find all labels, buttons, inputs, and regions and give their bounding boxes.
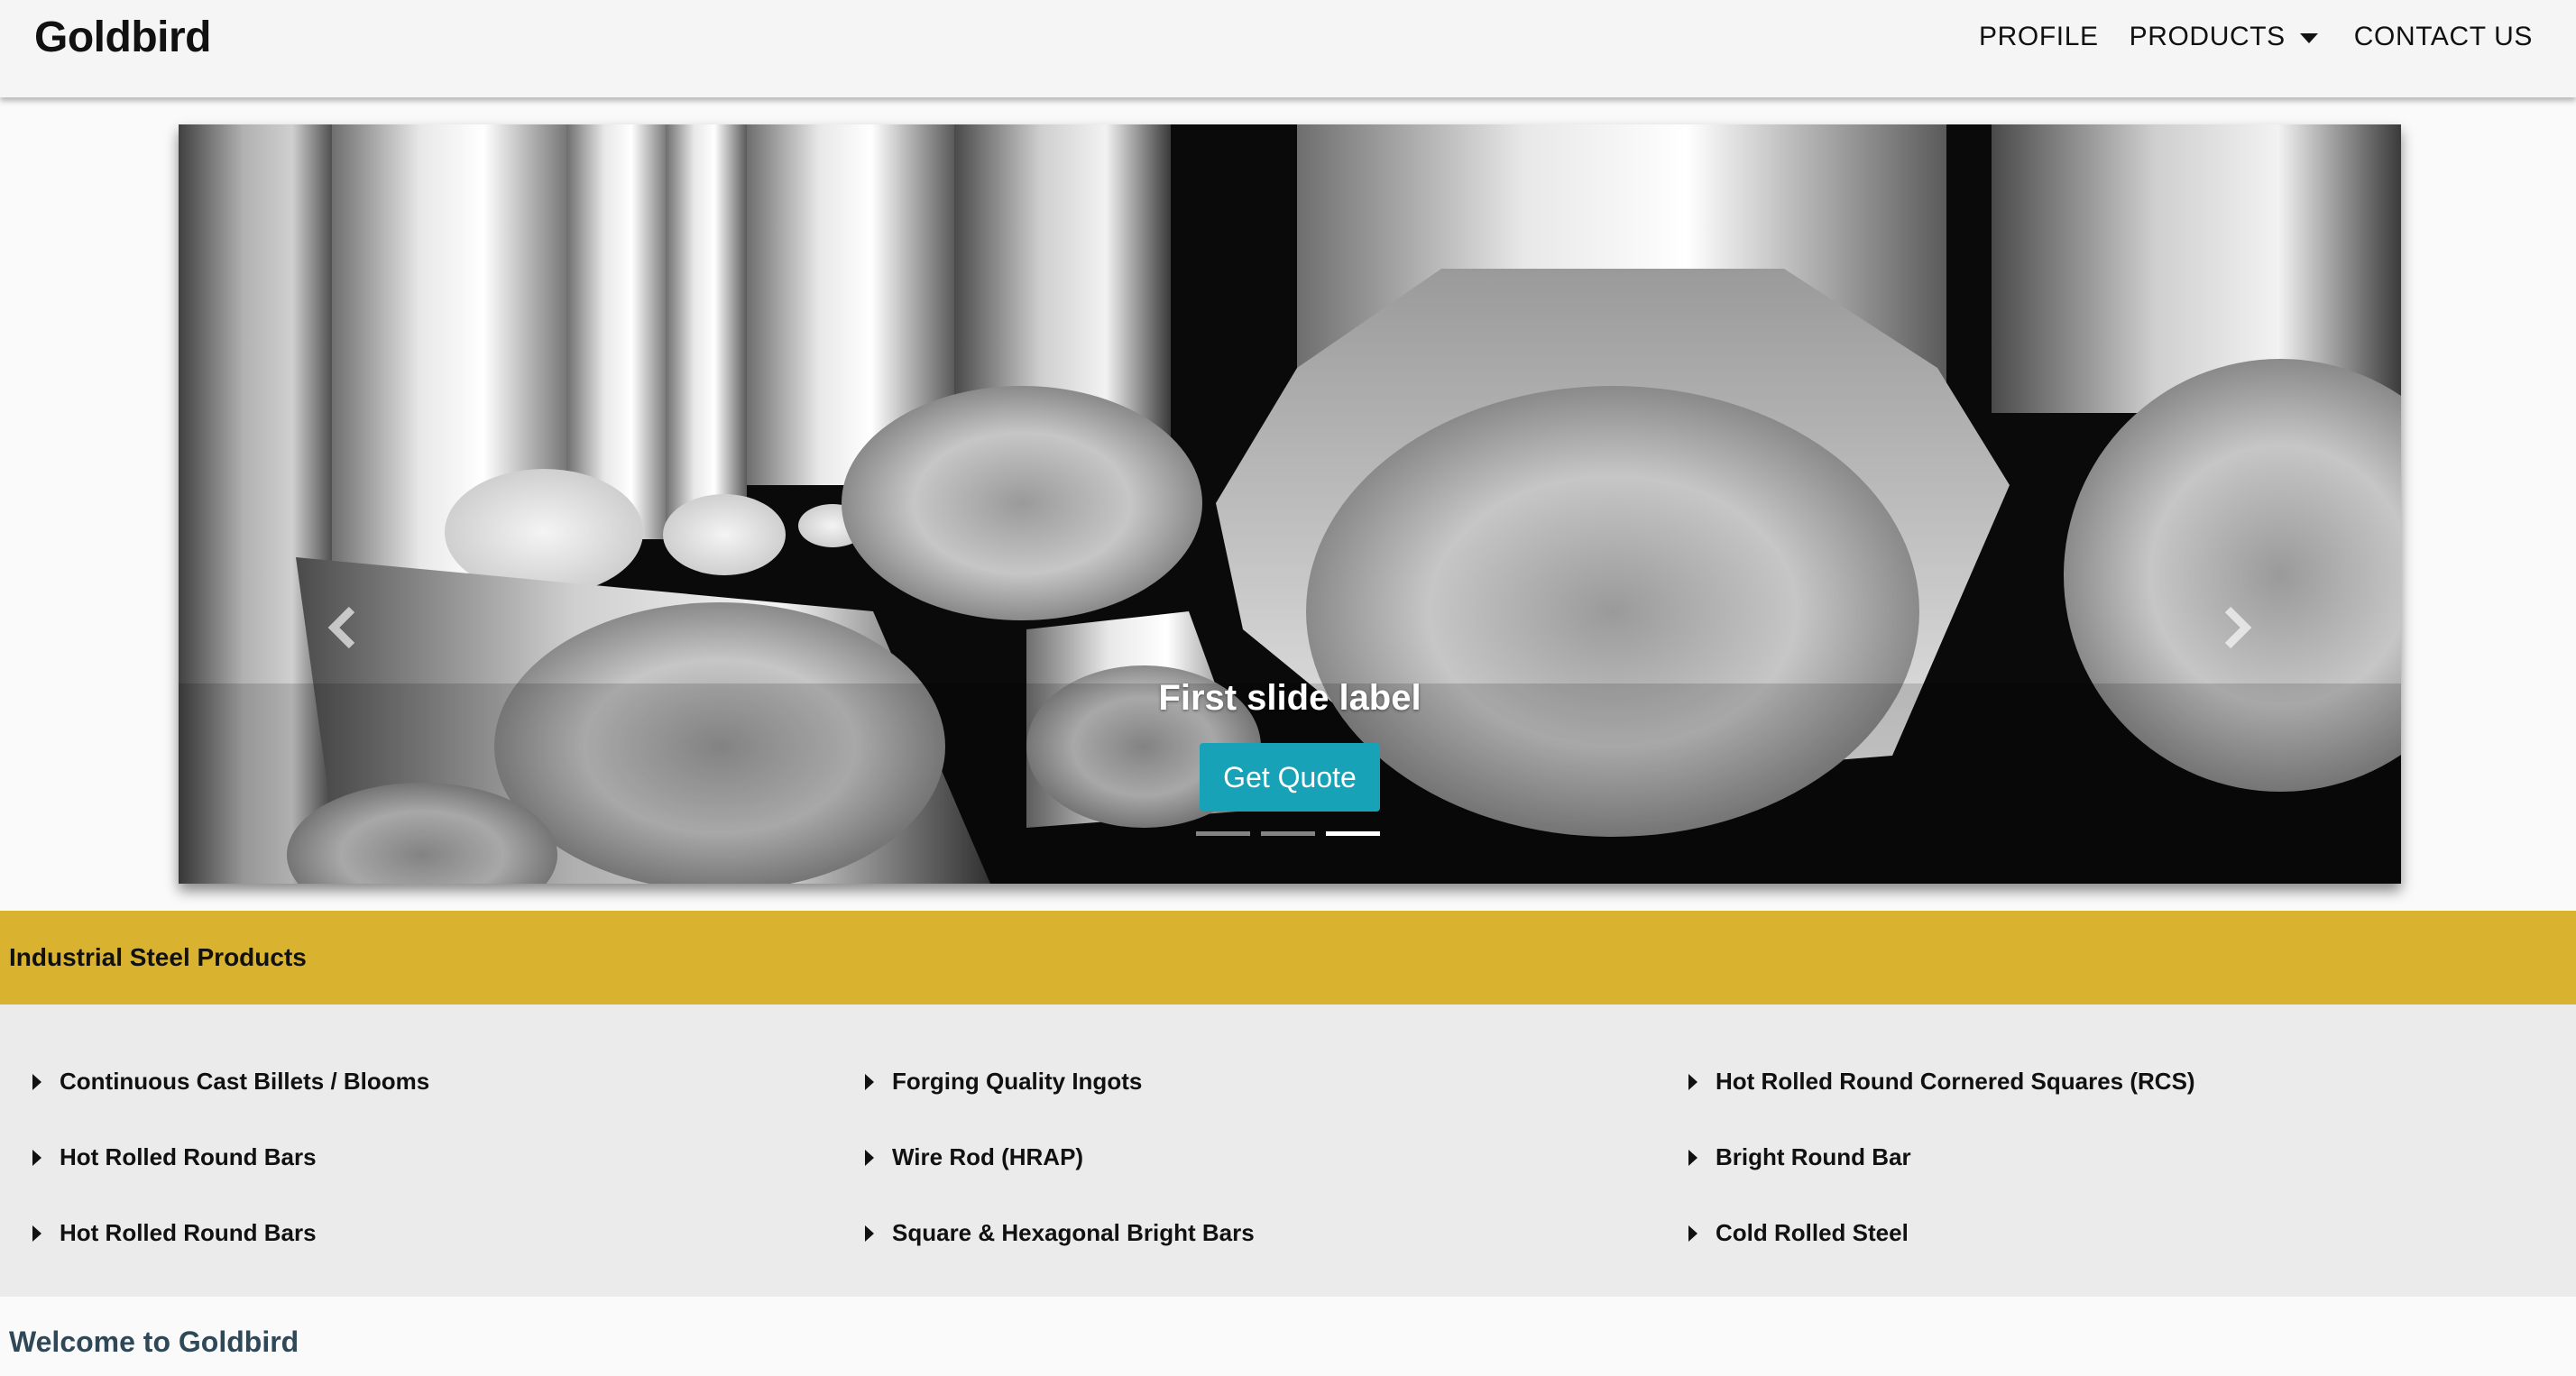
nav-link-products[interactable]: PRODUCTS xyxy=(2130,22,2318,52)
welcome-heading: Welcome to Goldbird xyxy=(9,1326,299,1358)
product-label: Hot Rolled Round Bars xyxy=(60,1143,317,1170)
product-label: Wire Rod (HRAP) xyxy=(892,1143,1084,1170)
slide-caption: First slide label xyxy=(1158,678,1421,718)
product-link[interactable]: Cold Rolled Steel xyxy=(1688,1219,1909,1247)
caret-right-icon xyxy=(865,1149,874,1166)
caret-right-icon xyxy=(1688,1225,1697,1242)
caret-right-icon xyxy=(32,1073,41,1090)
product-link[interactable]: Hot Rolled Round Cornered Squares (RCS) xyxy=(1688,1068,2195,1096)
caret-down-icon xyxy=(2299,33,2318,43)
caret-right-icon xyxy=(1688,1073,1697,1090)
get-quote-button[interactable]: Get Quote xyxy=(1200,743,1380,812)
product-link[interactable]: Square & Hexagonal Bright Bars xyxy=(865,1219,1255,1247)
product-label: Forging Quality Ingots xyxy=(892,1068,1143,1095)
section-header-bar: Industrial Steel Products xyxy=(0,911,2576,1004)
brand-logo[interactable]: Goldbird xyxy=(34,13,211,62)
product-link[interactable]: Hot Rolled Round Bars xyxy=(32,1143,317,1171)
caret-right-icon xyxy=(32,1225,41,1242)
nav-link-profile[interactable]: PROFILE xyxy=(1979,22,2099,52)
carousel-indicator-1[interactable] xyxy=(1196,831,1250,836)
caret-right-icon xyxy=(1688,1149,1697,1166)
chevron-left-icon[interactable] xyxy=(323,602,363,653)
caret-right-icon xyxy=(32,1149,41,1166)
navbar: Goldbird PROFILE PRODUCTS CONTACT US xyxy=(0,0,2576,97)
nav-links: PROFILE PRODUCTS CONTACT US xyxy=(1979,22,2533,52)
product-link[interactable]: Continuous Cast Billets / Blooms xyxy=(32,1068,429,1096)
carousel-indicators xyxy=(1196,831,1380,836)
carousel-indicator-2[interactable] xyxy=(1261,831,1315,836)
product-link[interactable]: Bright Round Bar xyxy=(1688,1143,1911,1171)
product-label: Hot Rolled Round Cornered Squares (RCS) xyxy=(1716,1068,2195,1095)
product-label: Hot Rolled Round Bars xyxy=(60,1219,317,1246)
section-title: Industrial Steel Products xyxy=(9,943,307,971)
carousel-indicator-3[interactable] xyxy=(1326,831,1380,836)
product-link[interactable]: Forging Quality Ingots xyxy=(865,1068,1142,1096)
product-label: Bright Round Bar xyxy=(1716,1143,1911,1170)
hero-carousel: First slide label Get Quote xyxy=(179,124,2401,884)
nav-link-contact[interactable]: CONTACT US xyxy=(2354,22,2533,52)
caret-right-icon xyxy=(865,1073,874,1090)
chevron-right-icon[interactable] xyxy=(2217,602,2257,653)
product-label: Cold Rolled Steel xyxy=(1716,1219,1909,1246)
product-label: Square & Hexagonal Bright Bars xyxy=(892,1219,1255,1246)
nav-link-products-label: PRODUCTS xyxy=(2129,22,2286,51)
product-link[interactable]: Wire Rod (HRAP) xyxy=(865,1143,1083,1171)
product-list: Continuous Cast Billets / Blooms Hot Rol… xyxy=(0,1004,2576,1297)
product-link[interactable]: Hot Rolled Round Bars xyxy=(32,1219,317,1247)
product-label: Continuous Cast Billets / Blooms xyxy=(60,1068,430,1095)
caret-right-icon xyxy=(865,1225,874,1242)
